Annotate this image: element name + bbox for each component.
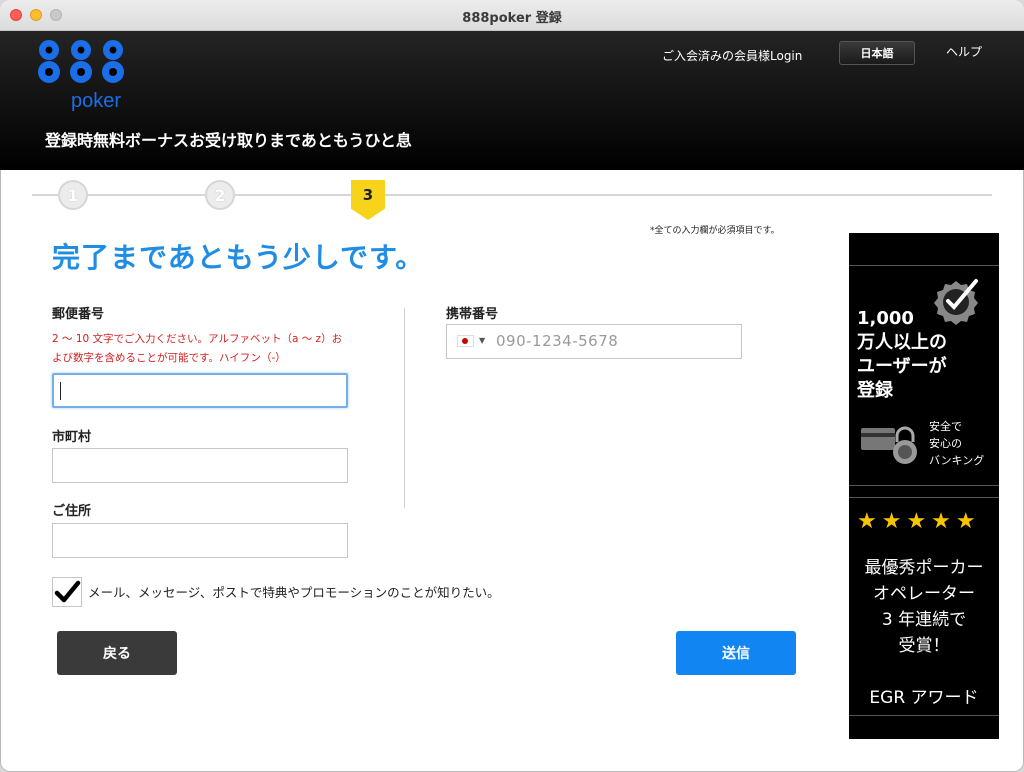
mobile-placeholder: 090-1234-5678 (496, 332, 619, 350)
city-label: 市町村 (52, 430, 92, 445)
banner-stat-line: 万人以上の (857, 332, 947, 353)
checkmark-icon (54, 580, 81, 603)
banner-safe-banking: 安全で 安心の バンキング (929, 418, 984, 469)
postal-code-label: 郵便番号 (52, 307, 105, 322)
banner-award-name: EGR アワード (869, 688, 979, 708)
banner-award-line: オペレーター (873, 584, 975, 604)
postal-code-hint: 2 〜 10 文字でご入力ください。アルファベット（a 〜 z）および数字を含め… (52, 333, 343, 364)
postal-code-input[interactable] (52, 373, 348, 408)
banner-award-line: 最優秀ポーカー (864, 558, 984, 578)
logo-poker-text: poker (71, 90, 121, 111)
promo-banner[interactable]: 1,000 万人以上の ユーザーが 登録 安全で 安心の バンキング ★★★★★… (849, 233, 999, 739)
member-login-link[interactable]: ご入会済みの会員様Login (662, 47, 802, 64)
title-bar: 888poker 登録 (0, 0, 1024, 31)
caret-down-icon[interactable]: ▼ (479, 336, 485, 345)
step-1: 1 (58, 180, 88, 210)
column-divider (404, 308, 405, 508)
page-title: 完了まであともう少しです。 (52, 241, 425, 274)
banner-award-text: 最優秀ポーカー オペレーター 3 年連続で 受賞！ (849, 555, 999, 659)
secure-card-lock-icon (861, 426, 917, 464)
city-input[interactable] (52, 448, 348, 483)
window-title: 888poker 登録 (462, 11, 562, 26)
mobile-label: 携帯番号 (446, 307, 499, 322)
mobile-input[interactable]: ▼ 090-1234-5678 (446, 324, 742, 359)
promo-checkbox-label[interactable]: メール、メッセージ、ポストで特典やプロモーションのことが知りたい。 (88, 582, 500, 601)
step-2: 2 (205, 180, 235, 210)
banner-safe-line: バンキング (929, 454, 985, 467)
stepper-track (32, 194, 992, 196)
step-3-active: 3 (351, 180, 385, 220)
language-button[interactable]: 日本語 (839, 41, 915, 65)
banner-divider (849, 715, 999, 716)
banner-stat-line: ユーザーが (857, 356, 947, 377)
page-header: poker ご入会済みの会員様Login 日本語 ヘルプ 登録時無料ボーナスお受… (0, 31, 1024, 170)
app-window: 888poker 登録 poker ご入会済みの会員様Login 日本語 ヘルプ… (0, 0, 1024, 772)
banner-divider (849, 497, 999, 498)
rating-stars-icon: ★★★★★ (857, 509, 981, 534)
address-input[interactable] (52, 523, 348, 558)
address-label: ご住所 (52, 504, 92, 519)
banner-divider (849, 485, 999, 486)
banner-divider (849, 265, 999, 266)
banner-safe-line: 安心の (929, 437, 962, 450)
banner-stat-number: 1,000 (857, 308, 914, 329)
help-link[interactable]: ヘルプ (946, 43, 982, 60)
banner-safe-line: 安全で (929, 420, 962, 433)
text-caret (60, 382, 61, 400)
banner-award-line: 受賞！ (898, 636, 950, 656)
banner-stat-line: 登録 (857, 380, 893, 401)
back-button[interactable]: 戻る (57, 631, 177, 675)
required-note: *全ての入力欄が必須項目です。 (650, 226, 780, 236)
banner-users-stat: 1,000 万人以上の ユーザーが 登録 (857, 307, 947, 403)
header-tagline: 登録時無料ボーナスお受け取りまであともうひと息 (45, 131, 412, 150)
banner-award-line: 3 年連続で (881, 610, 967, 630)
japan-flag-icon[interactable] (457, 335, 474, 347)
promo-checkbox[interactable] (52, 577, 82, 607)
888poker-logo: poker (38, 40, 124, 111)
submit-button[interactable]: 送信 (676, 631, 796, 675)
